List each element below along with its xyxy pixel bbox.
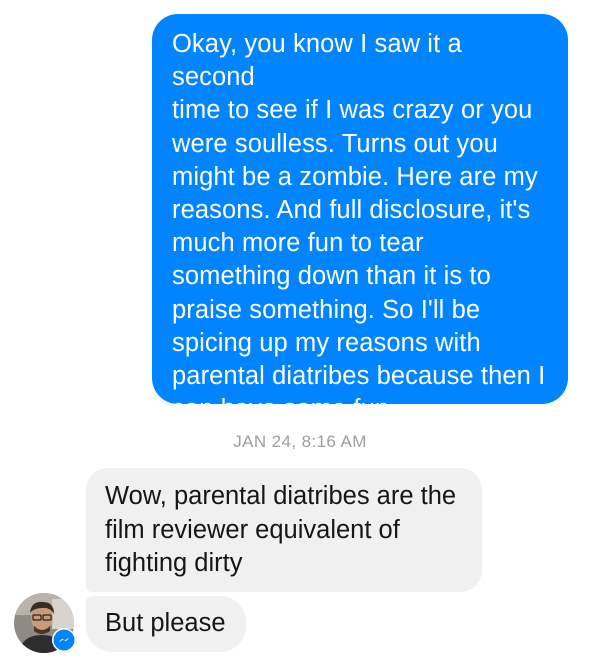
message-timestamp: JAN 24, 8:16 AM [233,432,367,451]
outgoing-message-bubble[interactable]: Okay, you know I saw it a second time to… [152,14,568,423]
incoming-message-bubble[interactable]: But please [86,596,246,652]
messenger-icon [53,629,75,651]
messenger-badge [52,628,76,652]
incoming-message-bubble[interactable]: Wow, parental diatribes are the film rev… [86,468,482,592]
